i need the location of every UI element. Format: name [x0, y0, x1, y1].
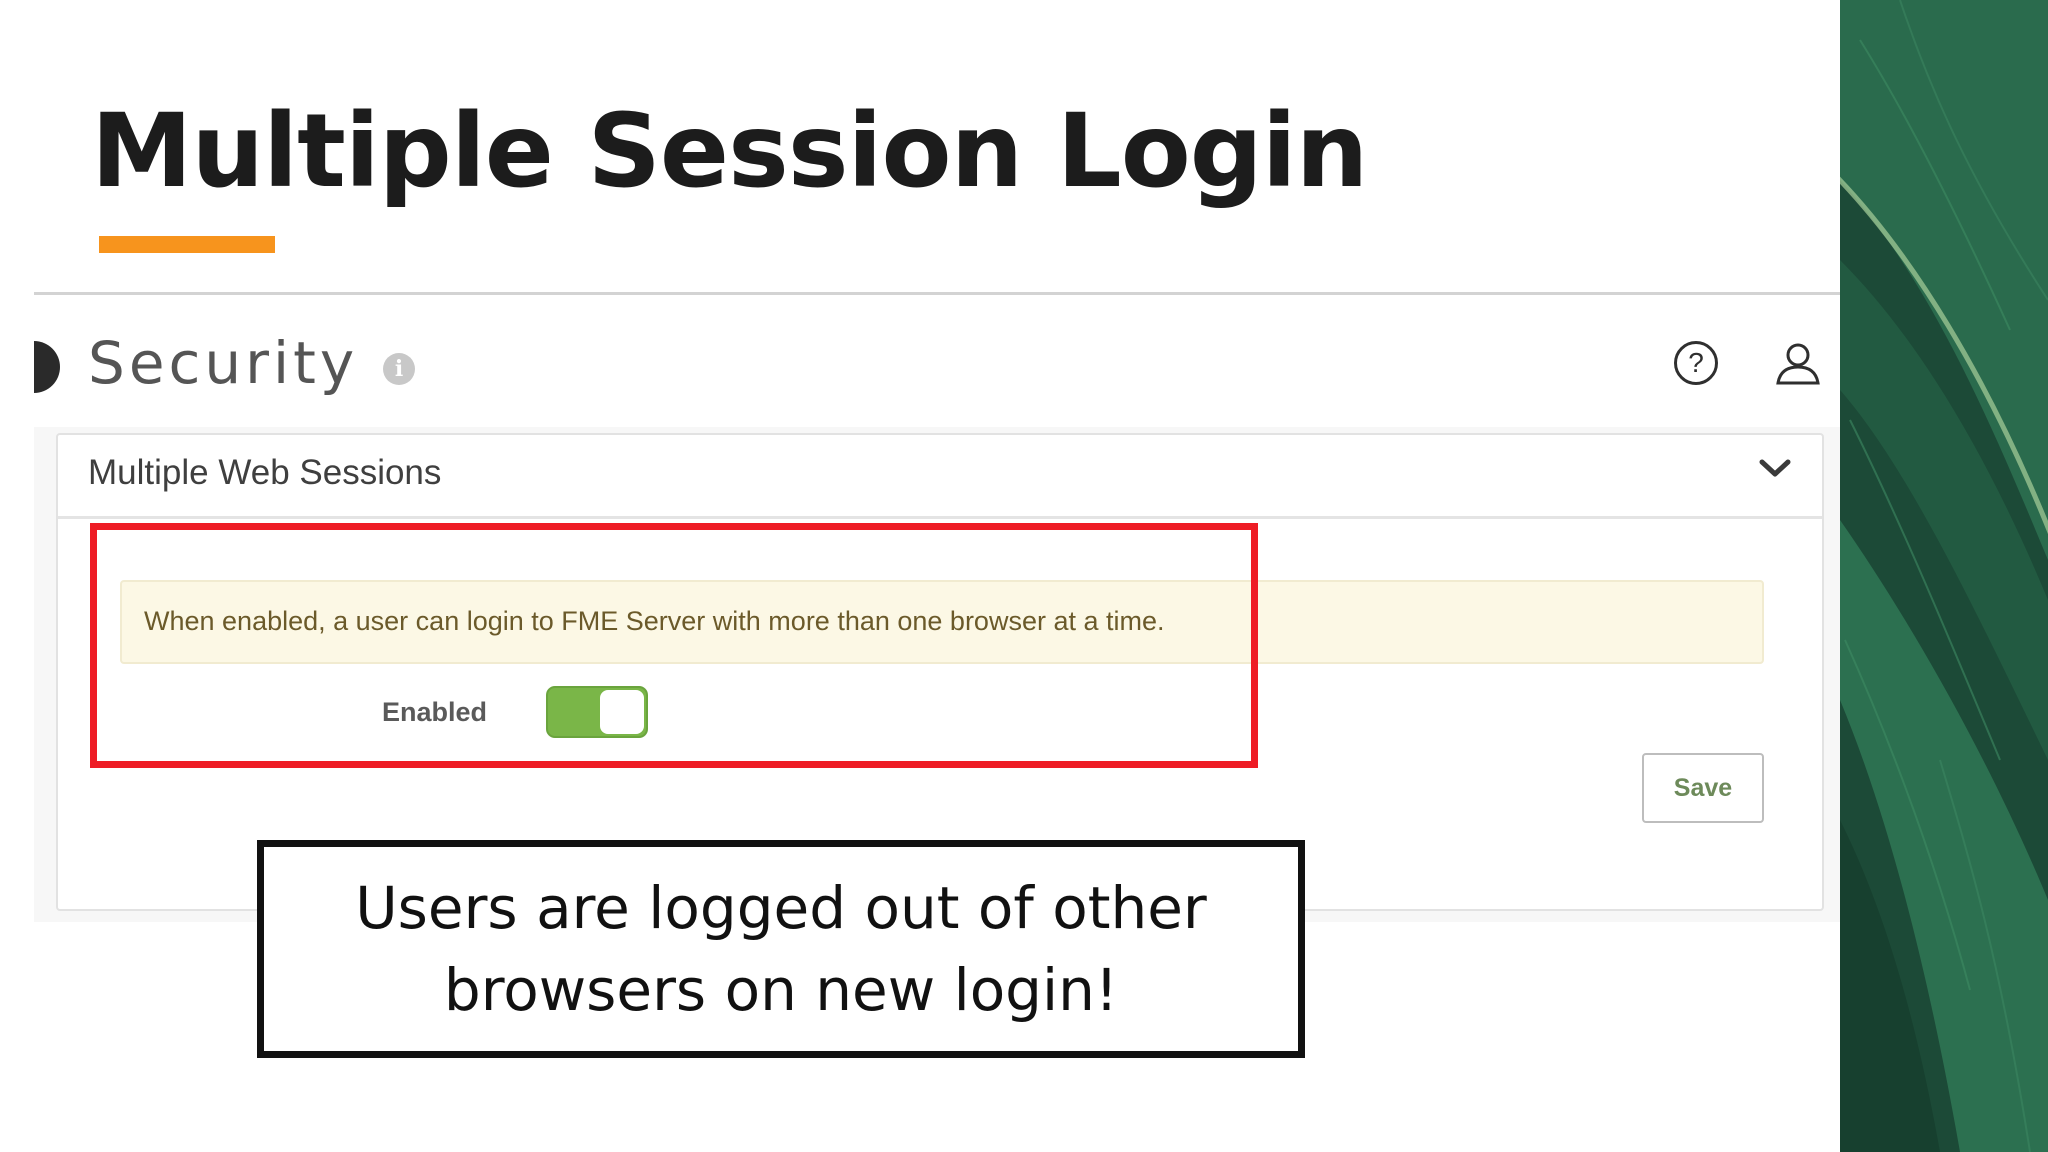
red-highlight-box — [90, 523, 1258, 768]
user-icon[interactable] — [1774, 339, 1822, 392]
panel-title: Multiple Web Sessions — [88, 453, 442, 492]
chevron-down-icon[interactable] — [1758, 455, 1792, 486]
info-icon[interactable]: i — [383, 353, 415, 385]
security-header: Security i ? — [34, 295, 1840, 427]
slide-title: Multiple Session Login — [91, 92, 1368, 211]
question-circle-icon[interactable]: ? — [1674, 341, 1718, 385]
callout-line-2: browsers on new login! — [443, 956, 1119, 1024]
callout-text: Users are logged out of other browsers o… — [264, 867, 1298, 1031]
nav-circle-icon[interactable] — [34, 341, 60, 393]
panel-header[interactable]: Multiple Web Sessions — [58, 435, 1822, 519]
save-button[interactable]: Save — [1642, 753, 1764, 823]
title-accent-bar — [99, 236, 275, 253]
callout-box: Users are logged out of other browsers o… — [257, 840, 1305, 1058]
callout-line-1: Users are logged out of other — [355, 874, 1207, 942]
security-title: Security — [88, 329, 359, 397]
leaf-background-image — [1840, 0, 2048, 1152]
